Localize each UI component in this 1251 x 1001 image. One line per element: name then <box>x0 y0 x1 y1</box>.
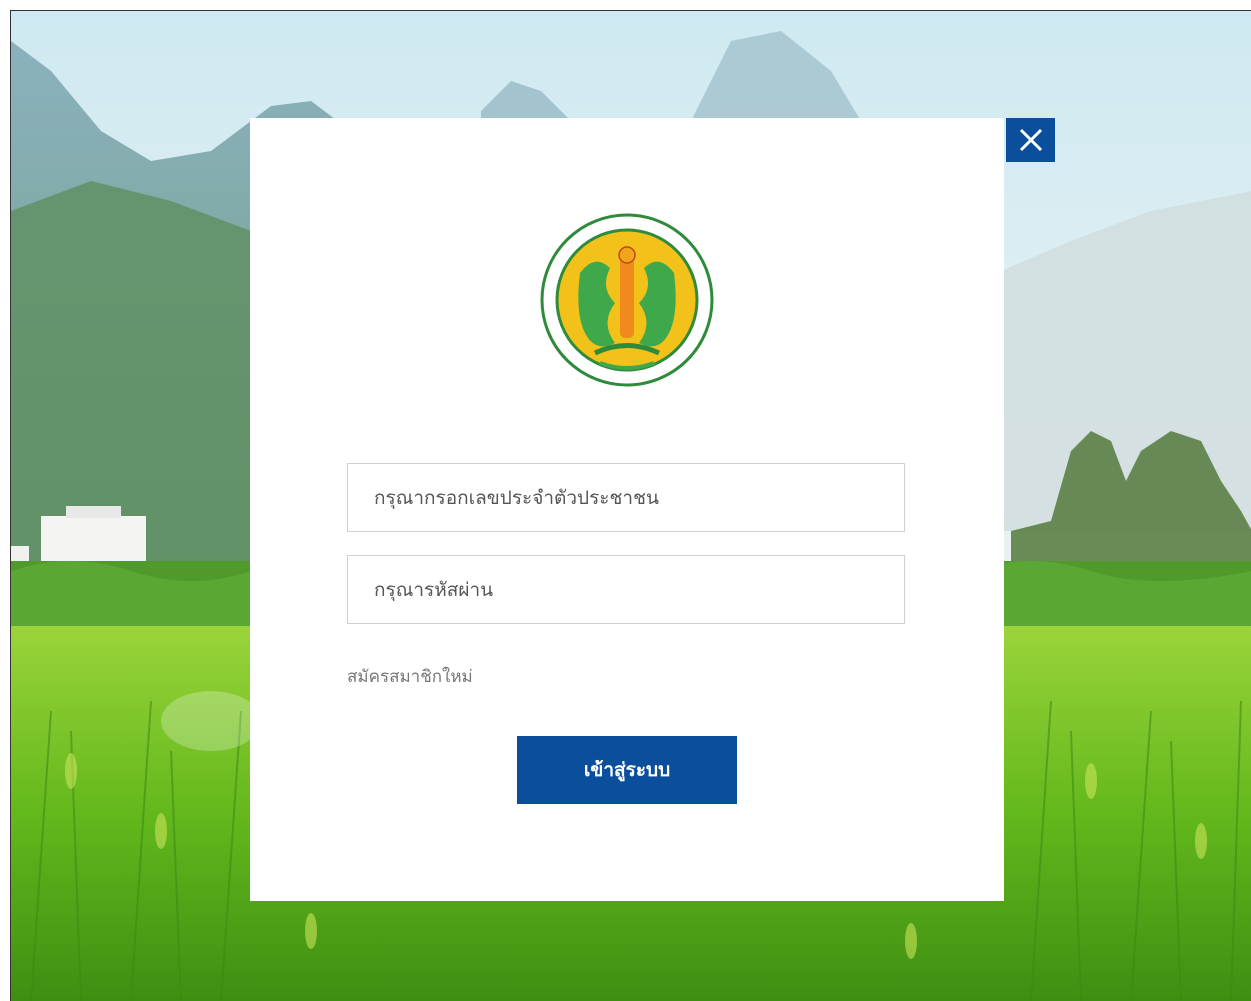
login-button[interactable]: เข้าสู่ระบบ <box>517 736 737 804</box>
ministry-logo <box>540 213 714 387</box>
page-frame: สมัครสมาชิกใหม่ เข้าสู่ระบบ <box>10 10 1251 1001</box>
register-link[interactable]: สมัครสมาชิกใหม่ <box>347 663 473 690</box>
close-button[interactable] <box>1006 118 1055 162</box>
citizen-id-field[interactable] <box>347 463 905 532</box>
password-input[interactable] <box>348 556 904 623</box>
close-icon <box>1019 128 1042 152</box>
citizen-id-input[interactable] <box>348 464 904 531</box>
password-field[interactable] <box>347 555 905 624</box>
login-modal: สมัครสมาชิกใหม่ เข้าสู่ระบบ <box>250 118 1004 901</box>
